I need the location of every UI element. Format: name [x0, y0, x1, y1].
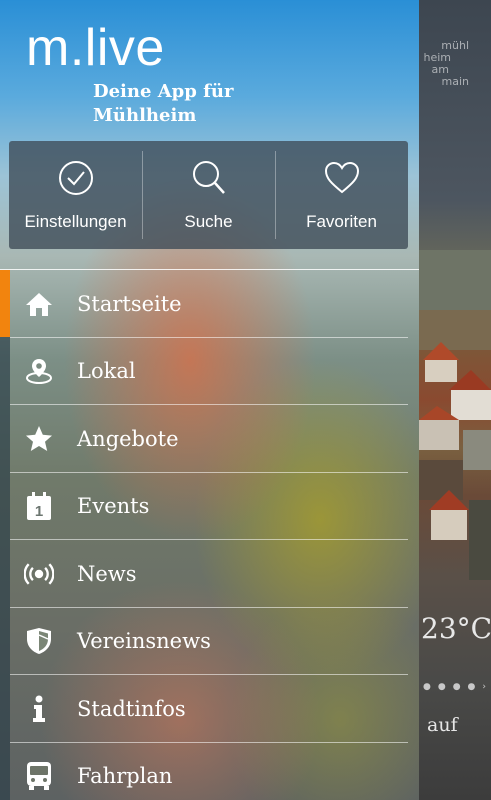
app-logo: m.live	[26, 19, 165, 77]
active-indicator	[0, 270, 10, 337]
quick-actions-bar: Einstellungen Suche Favoriten	[9, 141, 408, 249]
background-app: mühl heim am main 23°C ●●●●› auf	[419, 0, 491, 800]
home-icon	[24, 289, 54, 319]
pager-dots: ●●●●›	[423, 682, 491, 692]
menu-label-fahrplan: Fahrplan	[77, 764, 173, 789]
menu-label-startseite: Startseite	[77, 291, 182, 316]
location-pin-icon	[24, 356, 54, 386]
search-icon	[192, 161, 225, 194]
menu-label-stadtinfos: Stadtinfos	[77, 696, 186, 721]
menu-item-stadtinfos[interactable]: Stadtinfos	[0, 675, 419, 743]
menu-item-startseite[interactable]: Startseite	[0, 270, 419, 338]
svg-text:1: 1	[35, 503, 43, 520]
menu-label-events: Events	[77, 494, 150, 519]
temperature-text: 23°C	[421, 612, 491, 645]
calendar-icon: 1	[24, 491, 54, 521]
search-button[interactable]: Suche	[142, 141, 275, 249]
settings-button[interactable]: Einstellungen	[9, 141, 142, 249]
menu-item-fahrplan[interactable]: Fahrplan	[0, 743, 419, 800]
menu-label-news: News	[77, 561, 137, 586]
favorites-label: Favoriten	[306, 212, 377, 231]
menu-label-angebote: Angebote	[77, 426, 179, 451]
menu-item-events[interactable]: 1 Events	[0, 473, 419, 540]
menu-item-vereinsnews[interactable]: Vereinsnews	[0, 608, 419, 675]
info-icon	[24, 694, 54, 724]
shield-icon	[24, 626, 54, 656]
background-logo: mühl heim am main	[423, 39, 469, 88]
menu-item-lokal[interactable]: Lokal	[0, 338, 419, 405]
navigation-drawer: m.live Deine App für Mühlheim Einstellun…	[0, 0, 419, 800]
menu-item-angebote[interactable]: Angebote	[0, 405, 419, 473]
menu-item-news[interactable]: News	[0, 540, 419, 608]
settings-label: Einstellungen	[24, 212, 127, 231]
menu-label-vereinsnews: Vereinsnews	[77, 629, 211, 654]
star-icon	[24, 424, 54, 454]
city-photo	[419, 250, 491, 580]
favorites-button[interactable]: Favoriten	[275, 141, 408, 249]
check-circle-icon	[58, 161, 93, 195]
search-label: Suche	[184, 212, 233, 231]
bus-icon	[24, 761, 54, 791]
app-tagline: Deine App für Mühlheim	[93, 81, 234, 126]
heart-icon	[324, 161, 359, 194]
background-text: auf	[427, 714, 458, 736]
broadcast-icon	[24, 559, 54, 589]
main-menu: Startseite Lokal Angebote 1 Events News …	[0, 270, 419, 800]
menu-label-lokal: Lokal	[77, 359, 136, 384]
